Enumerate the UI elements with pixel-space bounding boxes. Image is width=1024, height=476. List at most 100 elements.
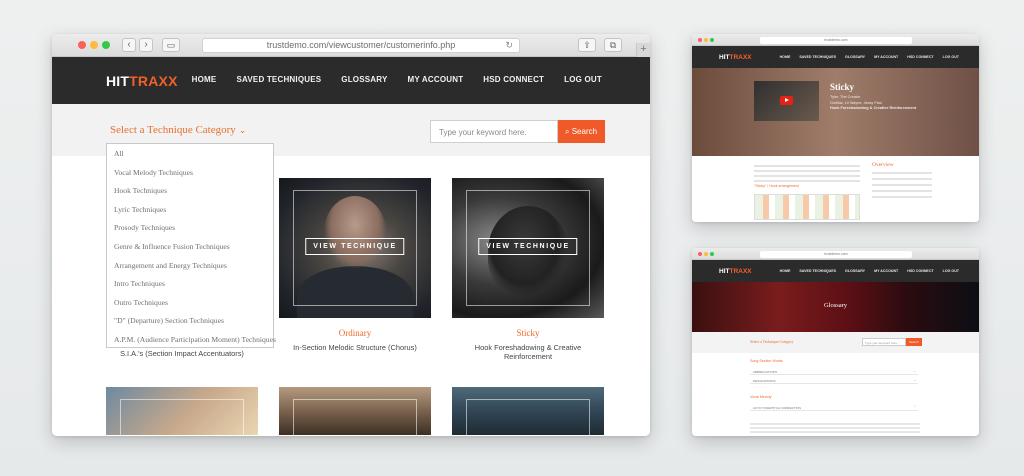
dropdown-option[interactable]: Hook Techniques [107, 181, 273, 200]
glossary-row[interactable]: DESIGNATIONS ⌄ [750, 377, 918, 384]
song-details: Tyler, The Creator Gorillaz, Lil Wayne, … [830, 95, 916, 112]
card-frame [466, 399, 590, 435]
technique-card-image[interactable] [279, 387, 431, 435]
category-select[interactable]: Select a Technique Category ⌄ [110, 124, 246, 136]
glossary-row-label: DESIGNATIONS [753, 379, 776, 383]
song-technique: Hook Foreshadowing & Creative Reinforcem… [830, 106, 917, 110]
technique-description: "Sticky" / Hook arrangement [754, 162, 860, 188]
table-label: "Sticky" / Hook arrangement [754, 184, 799, 188]
new-tab-icon[interactable]: + [636, 43, 650, 57]
nav-log-out[interactable]: LOG OUT [943, 269, 959, 273]
address-bar[interactable]: trustdemo.com [760, 251, 912, 258]
text-line [754, 165, 860, 167]
technique-card-image[interactable] [452, 387, 604, 435]
technique-card-image[interactable] [106, 387, 258, 435]
dropdown-option[interactable]: Lyric Techniques [107, 200, 273, 219]
nav-saved-techniques[interactable]: SAVED TECHNIQUES [799, 55, 836, 59]
site-logo[interactable]: HITTRAXX [719, 268, 752, 275]
technique-hero: Sticky Tyler, The Creator Gorillaz, Lil … [692, 68, 979, 156]
card-subtitle: Hook Foreshadowing & Creative Reinforcem… [474, 343, 582, 361]
search-button[interactable]: Search [906, 338, 922, 346]
category-select-label: Select a Technique Category [110, 124, 236, 136]
arrangement-table [754, 194, 860, 220]
logo-text-hit: HIT [719, 54, 730, 61]
dropdown-option[interactable]: Outro Techniques [107, 293, 273, 312]
dropdown-option[interactable]: All [107, 144, 273, 163]
card-caption: Sticky Hook Foreshadowing & Creative Rei… [452, 328, 604, 361]
card-title[interactable]: Ordinary [279, 328, 431, 338]
sidebar-icon[interactable]: ▭ [162, 38, 180, 52]
address-bar[interactable]: trustdemo.com/viewcustomer/customerinfo.… [202, 38, 520, 53]
search-input[interactable]: Type your keyword here. [862, 338, 906, 346]
card-subtitle: S.I.A.'s (Section Impact Accentuators) [120, 349, 244, 358]
nav-hsd-connect[interactable]: HSD CONNECT [907, 55, 933, 59]
address-bar[interactable]: trustdemo.com [760, 37, 912, 44]
play-icon[interactable] [780, 96, 793, 105]
site-header: HITTRAXX HOME SAVED TECHNIQUES GLOSSARY … [692, 46, 979, 68]
text-line [750, 427, 920, 429]
nav-my-account[interactable]: MY ACCOUNT [874, 55, 898, 59]
tabs-icon[interactable]: ⧉ [604, 38, 622, 52]
logo-text-traxx: TRAXX [129, 73, 178, 89]
nav-log-out[interactable]: LOG OUT [943, 55, 959, 59]
nav-home[interactable]: HOME [780, 269, 791, 273]
glossary-row-label: AUTO TUNE/PITCH CORRECTION [753, 406, 802, 410]
view-technique-button[interactable]: VIEW TECHNIQUE [478, 238, 578, 255]
nav-saved-techniques[interactable]: SAVED TECHNIQUES [236, 75, 321, 84]
dropdown-option[interactable]: Vocal Melody Techniques [107, 163, 273, 182]
glossary-row-label: ABBREVIATIONS [753, 370, 777, 374]
card-title[interactable]: Sticky [452, 328, 604, 338]
glossary-row[interactable]: ABBREVIATIONS ⌄ [750, 368, 918, 375]
nav-glossary[interactable]: GLOSSARY [845, 269, 865, 273]
forward-icon[interactable]: › [139, 38, 153, 52]
nav-home[interactable]: HOME [780, 55, 791, 59]
close-window-button[interactable] [78, 41, 86, 49]
text-line [872, 178, 932, 180]
nav-saved-techniques[interactable]: SAVED TECHNIQUES [799, 269, 836, 273]
view-technique-button[interactable]: VIEW TECHNIQUE [305, 238, 405, 255]
dropdown-option[interactable]: Arrangement and Energy Techniques [107, 256, 273, 275]
logo-text-traxx: TRAXX [729, 54, 752, 61]
nav-hsd-connect[interactable]: HSD CONNECT [907, 269, 933, 273]
nav-log-out[interactable]: LOG OUT [564, 75, 602, 84]
maximize-window-button[interactable] [102, 41, 110, 49]
technique-card-image[interactable]: VIEW TECHNIQUE [279, 178, 431, 318]
minimize-window-button[interactable] [90, 41, 98, 49]
search-button[interactable]: ⌕ Search [558, 120, 605, 143]
search-button-label: Search [571, 127, 598, 136]
back-icon[interactable]: ‹ [122, 38, 136, 52]
site-logo[interactable]: HITTRAXX [106, 73, 178, 89]
dropdown-option[interactable]: Genre & Influence Fusion Techniques [107, 237, 273, 256]
nav-my-account[interactable]: MY ACCOUNT [408, 75, 464, 84]
share-icon[interactable]: ⇪ [578, 38, 596, 52]
nav-glossary[interactable]: GLOSSARY [845, 55, 865, 59]
glossary-list: Song Section Words ABBREVIATIONS ⌄ DESIGN… [692, 353, 979, 436]
dropdown-option[interactable]: Prosody Techniques [107, 218, 273, 237]
dropdown-option[interactable]: Intro Techniques [107, 274, 273, 293]
nav-my-account[interactable]: MY ACCOUNT [874, 269, 898, 273]
card-frame [293, 399, 417, 435]
url-text: trustdemo.com/viewcustomer/customerinfo.… [266, 40, 456, 50]
maximize-window-button[interactable] [710, 252, 714, 256]
technique-card-image[interactable]: VIEW TECHNIQUE [452, 178, 604, 318]
minimize-window-button[interactable] [704, 252, 708, 256]
nav-hsd-connect[interactable]: HSD CONNECT [483, 75, 544, 84]
dropdown-option[interactable]: "D" (Departure) Section Techniques [107, 311, 273, 330]
search-input[interactable]: Type your keyword here. [430, 120, 558, 143]
chevron-up-icon: ⌃ [913, 405, 916, 409]
close-window-button[interactable] [698, 38, 702, 42]
logo-text-traxx: TRAXX [729, 268, 752, 275]
reload-icon[interactable]: ↻ [505, 39, 513, 52]
category-select[interactable]: Select a Technique Category [750, 340, 793, 344]
maximize-window-button[interactable] [710, 38, 714, 42]
close-window-button[interactable] [698, 252, 702, 256]
glossary-definition [750, 423, 920, 435]
site-logo[interactable]: HITTRAXX [719, 54, 752, 61]
nav-home[interactable]: HOME [192, 75, 217, 84]
minimize-window-button[interactable] [704, 38, 708, 42]
glossary-row[interactable]: AUTO TUNE/PITCH CORRECTION ⌃ [750, 404, 918, 411]
video-player[interactable] [754, 81, 819, 121]
dropdown-option[interactable]: A.P.M. (Audience Participation Moment) T… [107, 330, 276, 349]
chevron-down-icon: ⌄ [913, 369, 916, 373]
nav-glossary[interactable]: GLOSSARY [341, 75, 387, 84]
